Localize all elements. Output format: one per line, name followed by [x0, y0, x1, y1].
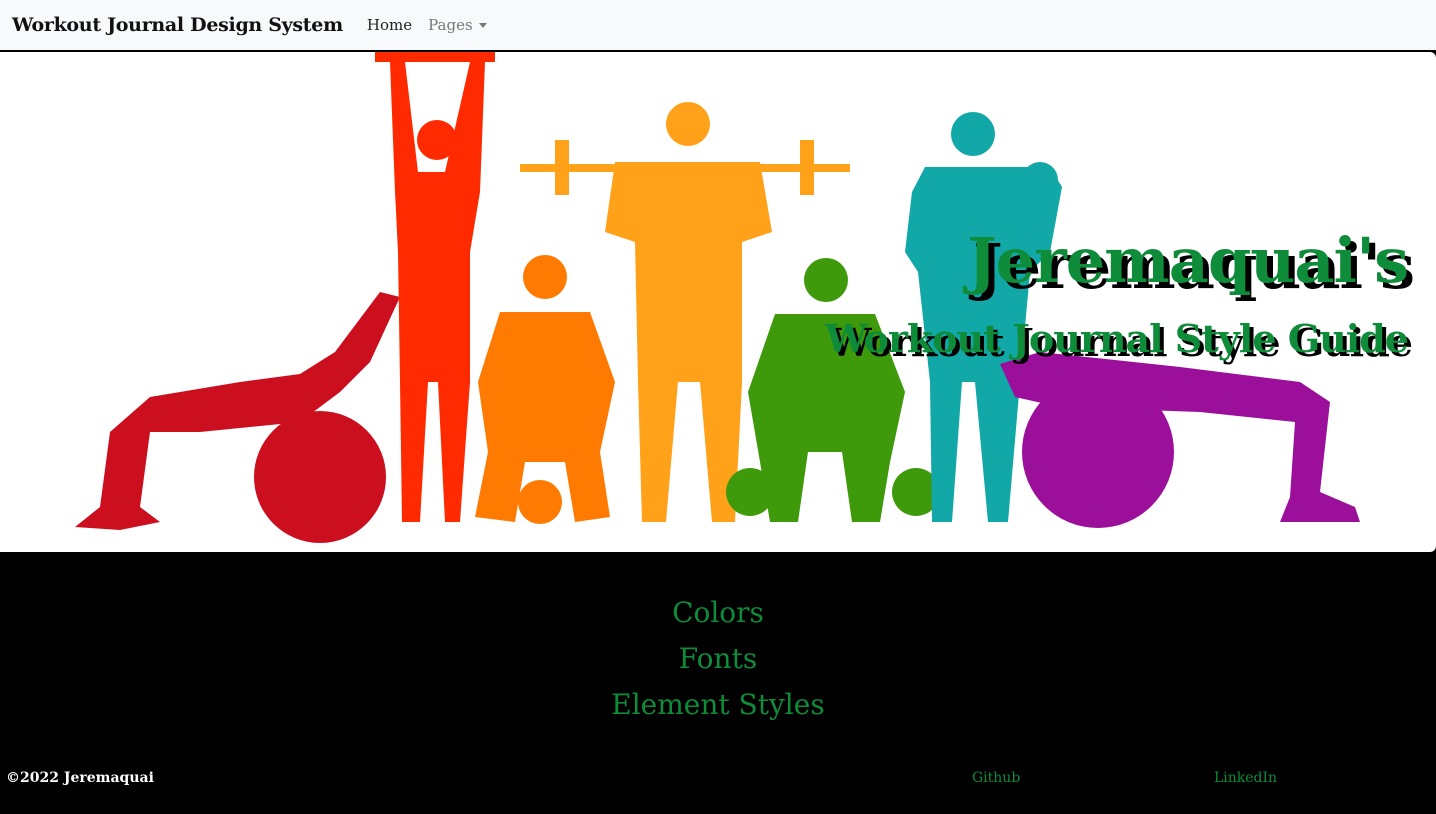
green-figure	[726, 258, 940, 522]
top-navbar: Workout Journal Design System Home Pages	[0, 0, 1436, 50]
fonts-link[interactable]: Fonts	[0, 636, 1436, 682]
orange-figure	[475, 255, 615, 524]
brand-link[interactable]: Workout Journal Design System	[12, 14, 343, 36]
red-figure	[75, 292, 400, 543]
caret-down-icon	[478, 22, 487, 28]
hero-subtitle: Workout Journal Style Guide	[824, 316, 1409, 361]
footer: ©2022 Jeremaquai Github LinkedIn	[0, 760, 1436, 800]
copyright-text: ©2022 Jeremaquai	[6, 770, 154, 786]
nav-pages-label: Pages	[428, 16, 473, 34]
github-link[interactable]: Github	[972, 770, 1020, 786]
nav-pages-dropdown[interactable]: Pages	[428, 16, 487, 34]
hero-banner: Jeremaquai's Workout Journal Style Guide	[0, 52, 1436, 552]
linkedin-link[interactable]: LinkedIn	[1214, 770, 1277, 786]
hero-illustration	[75, 52, 1360, 543]
nav-home-link[interactable]: Home	[367, 16, 412, 34]
colors-link[interactable]: Colors	[0, 590, 1436, 636]
section-links: Colors Fonts Element Styles	[0, 590, 1436, 728]
element-styles-link[interactable]: Element Styles	[0, 682, 1436, 728]
hero-title: Jeremaquai's	[967, 224, 1409, 297]
purple-figure	[1000, 352, 1360, 528]
red-orange-figure	[375, 52, 495, 522]
